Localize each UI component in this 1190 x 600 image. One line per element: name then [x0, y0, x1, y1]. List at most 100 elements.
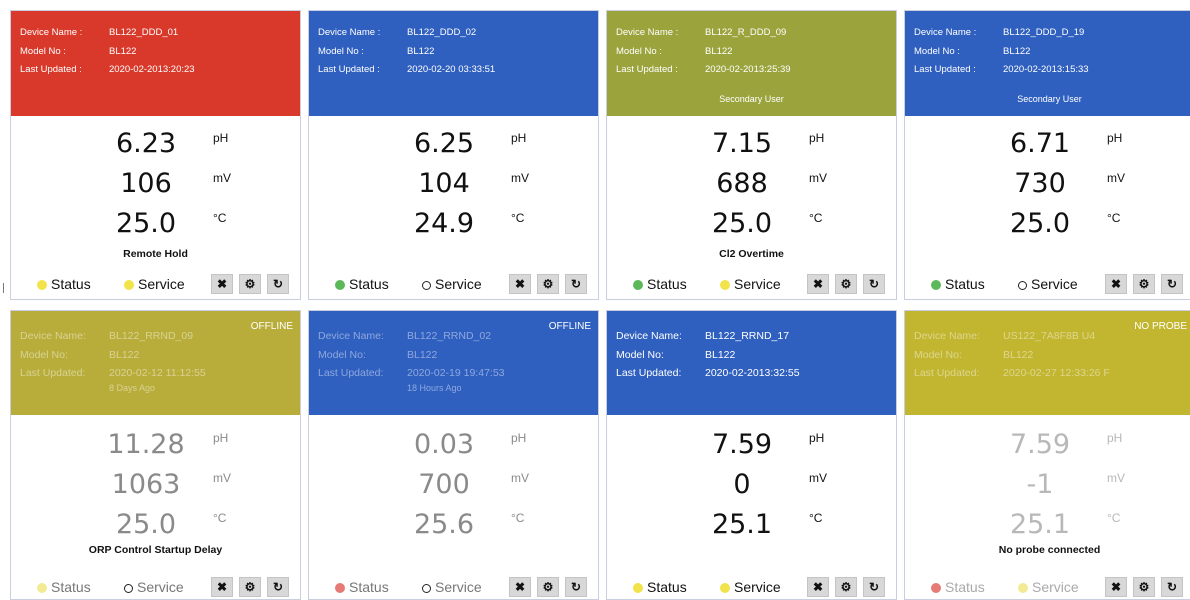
card-header: Device Name: US122_7A8F8B U4 Model No: B…	[905, 311, 1190, 415]
expand-button[interactable]: ✖	[211, 274, 233, 294]
ph-unit: pH	[809, 131, 825, 145]
device-card[interactable]: Device Name: BL122_RRND_17 Model No: BL1…	[606, 310, 897, 600]
model-no-label: Model No :	[914, 46, 960, 57]
device-card[interactable]: Device Name: BL122_RRND_09 Model No: BL1…	[10, 310, 301, 600]
mv-value: -1	[1026, 469, 1054, 500]
device-card[interactable]: Device Name : BL122_DDD_D_19 Model No : …	[904, 10, 1190, 300]
model-no-label: Model No :	[616, 46, 662, 57]
status-dot-icon	[37, 583, 47, 593]
expand-button[interactable]: ✖	[509, 274, 531, 294]
card-footer: Status Service ✖ ⚙ ↻	[309, 274, 598, 298]
settings-button[interactable]: ⚙	[1133, 274, 1155, 294]
temperature-value: 25.1	[711, 509, 773, 540]
ph-value: 7.59	[711, 429, 773, 460]
mv-value: 104	[418, 168, 470, 199]
mv-value: 688	[716, 168, 768, 199]
service-indicator: Service	[720, 579, 781, 595]
expand-button[interactable]: ✖	[509, 577, 531, 597]
settings-button[interactable]: ⚙	[239, 274, 261, 294]
model-no-label: Model No:	[914, 349, 962, 361]
mv-unit: mV	[1107, 471, 1125, 485]
settings-button[interactable]: ⚙	[835, 274, 857, 294]
model-no-value: BL122	[1003, 46, 1031, 57]
service-indicator: Service	[1018, 276, 1078, 292]
reset-button[interactable]: ↻	[1161, 577, 1183, 597]
service-dot-icon	[124, 584, 133, 593]
alarm-message: ORP Control Startup Delay	[88, 544, 223, 556]
reset-button[interactable]: ↻	[565, 577, 587, 597]
device-card[interactable]: Device Name: BL122_RRND_02 Model No: BL1…	[308, 310, 599, 600]
temperature-unit: °C	[511, 511, 525, 525]
settings-button[interactable]: ⚙	[537, 274, 559, 294]
reset-button[interactable]: ↻	[267, 274, 289, 294]
card-header: Device Name : BL122_R_DDD_09 Model No : …	[607, 11, 896, 116]
service-label: Service	[1032, 579, 1079, 595]
device-card[interactable]: Device Name: US122_7A8F8B U4 Model No: B…	[904, 310, 1190, 600]
expand-icon: ✖	[812, 277, 824, 291]
device-card[interactable]: Device Name : BL122_R_DDD_09 Model No : …	[606, 10, 897, 300]
service-label: Service	[1031, 276, 1078, 292]
gear-icon: ⚙	[244, 580, 256, 594]
service-label: Service	[734, 579, 781, 595]
device-name-label: Device Name:	[318, 330, 384, 342]
status-dot-icon	[931, 583, 941, 593]
offline-badge: OFFLINE	[548, 321, 591, 332]
reset-icon: ↻	[570, 580, 582, 594]
mv-value: 106	[120, 168, 172, 199]
service-label: Service	[734, 276, 781, 292]
reset-button[interactable]: ↻	[863, 274, 885, 294]
model-no-label: Model No :	[20, 46, 66, 57]
last-updated-label: Last Updated :	[20, 64, 82, 75]
reset-button[interactable]: ↻	[565, 274, 587, 294]
gear-icon: ⚙	[542, 277, 554, 291]
device-name-label: Device Name:	[914, 330, 980, 342]
last-updated-value: 2020-02-2013:20:23	[109, 64, 195, 75]
temperature-unit: °C	[213, 211, 227, 225]
device-name-value: BL122_RRND_09	[109, 330, 194, 342]
reset-button[interactable]: ↻	[267, 577, 289, 597]
last-updated-label: Last Updated :	[318, 64, 380, 75]
reset-icon: ↻	[1166, 277, 1178, 291]
expand-button[interactable]: ✖	[1105, 274, 1127, 294]
model-no-value: BL122	[407, 349, 438, 361]
expand-button[interactable]: ✖	[807, 577, 829, 597]
ph-unit: pH	[1107, 131, 1123, 145]
last-updated-value: 2020-02-20 03:33:51	[407, 64, 496, 75]
header-note: 8 Days Ago	[109, 383, 156, 393]
alarm-message: Remote Hold	[123, 248, 188, 260]
status-dot-icon	[931, 280, 941, 290]
last-updated-label: Last Updated:	[20, 367, 86, 379]
temperature-value: 24.9	[413, 208, 475, 239]
service-dot-icon	[720, 280, 730, 290]
reset-button[interactable]: ↻	[863, 577, 885, 597]
ph-value: 7.15	[711, 128, 773, 159]
card-footer: Status Service ✖ ⚙ ↻	[905, 577, 1190, 599]
model-no-label: Model No:	[20, 349, 68, 361]
expand-button[interactable]: ✖	[211, 577, 233, 597]
mv-unit: mV	[511, 171, 529, 185]
settings-button[interactable]: ⚙	[1133, 577, 1155, 597]
reset-icon: ↻	[868, 277, 880, 291]
settings-button[interactable]: ⚙	[537, 577, 559, 597]
settings-button[interactable]: ⚙	[835, 577, 857, 597]
service-dot-icon	[1018, 281, 1027, 290]
header-note: Secondary User	[1017, 94, 1082, 104]
service-dot-icon	[422, 281, 431, 290]
ph-unit: pH	[809, 431, 825, 445]
status-indicator: Status	[931, 579, 985, 595]
device-card[interactable]: Device Name : BL122_DDD_02 Model No : BL…	[308, 10, 599, 300]
expand-button[interactable]: ✖	[807, 274, 829, 294]
expand-icon: ✖	[1110, 580, 1122, 594]
status-indicator: Status	[633, 579, 687, 595]
device-card[interactable]: Device Name : BL122_DDD_01 Model No : BL…	[10, 10, 301, 300]
status-label: Status	[647, 276, 687, 292]
temperature-value: 25.0	[711, 208, 773, 239]
settings-button[interactable]: ⚙	[239, 577, 261, 597]
model-no-value: BL122	[109, 349, 140, 361]
expand-button[interactable]: ✖	[1105, 577, 1127, 597]
ph-unit: pH	[1107, 431, 1123, 445]
device-name-label: Device Name:	[616, 330, 682, 342]
reset-button[interactable]: ↻	[1161, 274, 1183, 294]
gear-icon: ⚙	[840, 580, 852, 594]
temperature-unit: °C	[1107, 211, 1121, 225]
